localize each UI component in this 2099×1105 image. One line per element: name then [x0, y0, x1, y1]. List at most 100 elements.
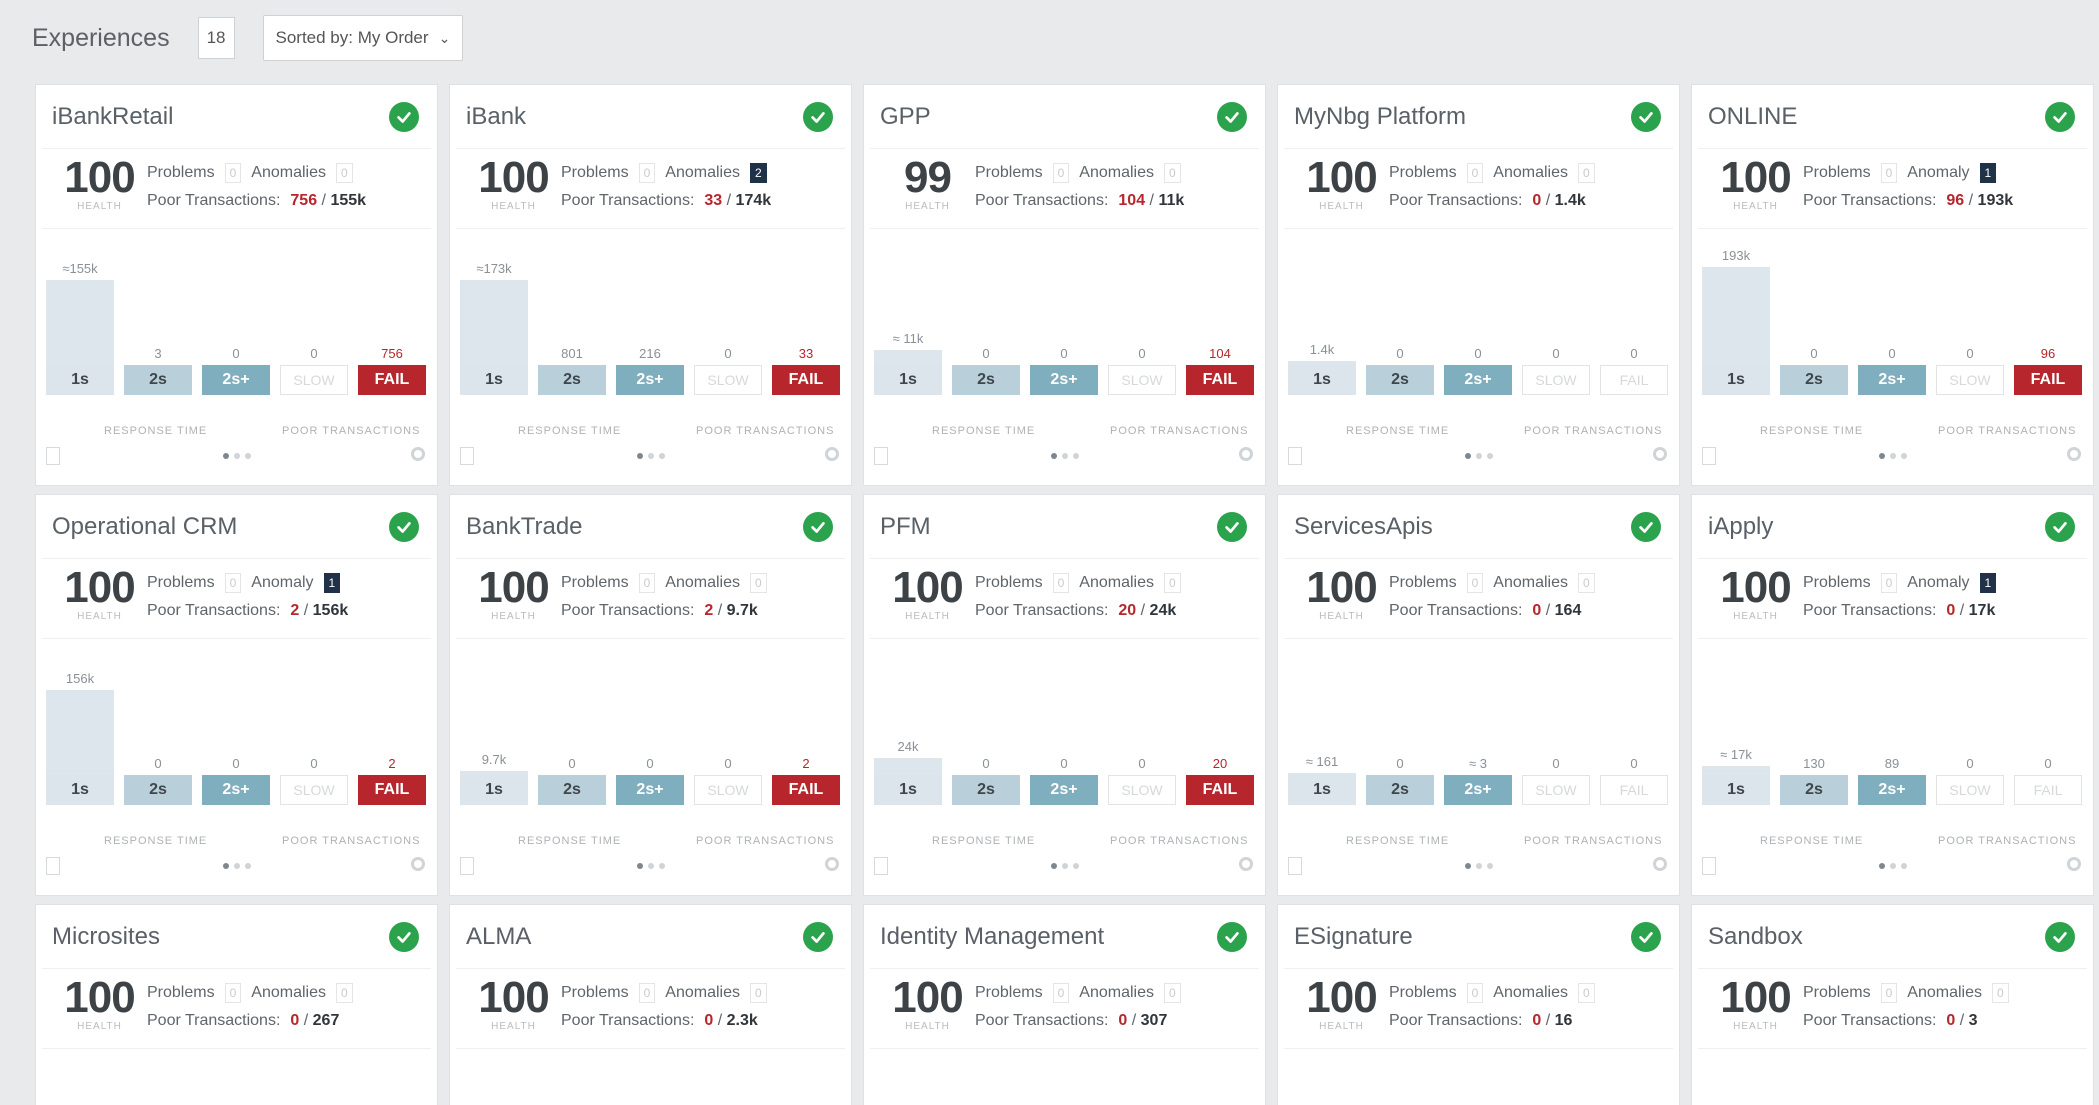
pager-dot[interactable] — [1900, 863, 1907, 869]
pager-dot[interactable] — [636, 863, 643, 869]
experience-name[interactable]: iBankRetail — [52, 103, 173, 131]
document-icon[interactable] — [46, 447, 60, 465]
bar-2s[interactable]: 130 2s — [1780, 645, 1848, 805]
pager-dot[interactable] — [636, 453, 643, 459]
experience-card[interactable]: iBankRetail 100 HEALTH Problems 0 Anomal… — [35, 84, 438, 486]
anomalies-label[interactable]: Anomaly — [1907, 164, 1969, 182]
bar-2s[interactable]: 0 2s — [952, 645, 1020, 805]
document-icon[interactable] — [1702, 447, 1716, 465]
experience-card[interactable]: PFM 100 HEALTH Problems 0 Anomalies 0 Po… — [863, 494, 1266, 896]
poor-transactions[interactable]: Poor Transactions: 2 / 9.7k — [561, 597, 767, 625]
bar-2s[interactable]: 0 2s — [1366, 645, 1434, 805]
anomalies-label[interactable]: Anomalies — [1493, 164, 1568, 182]
anomalies-label[interactable]: Anomalies — [665, 984, 740, 1002]
pager-dots[interactable] — [1050, 453, 1079, 459]
anomalies-label[interactable]: Anomaly — [1907, 574, 1969, 592]
poor-transactions[interactable]: Poor Transactions: 96 / 193k — [1803, 187, 2013, 215]
bar-fail[interactable]: 104 FAIL — [1186, 235, 1254, 395]
poor-transactions[interactable]: Poor Transactions: 0 / 267 — [147, 1007, 353, 1035]
anomalies-label[interactable]: Anomalies — [1907, 984, 1982, 1002]
bar-slow[interactable]: 0 SLOW — [1108, 645, 1176, 805]
bar-2s[interactable]: 0 2s — [1366, 235, 1434, 395]
anomalies-label[interactable]: Anomalies — [1079, 164, 1154, 182]
bar-2splus[interactable]: 0 2s+ — [1030, 235, 1098, 395]
experience-card[interactable]: ServicesApis 100 HEALTH Problems 0 Anoma… — [1277, 494, 1680, 896]
bar-1s[interactable]: ≈173k 1s — [460, 235, 528, 395]
experience-card[interactable]: iApply 100 HEALTH Problems 0 Anomaly 1 P… — [1691, 494, 2094, 896]
bar-slow[interactable]: 0 SLOW — [280, 235, 348, 395]
bar-fail[interactable]: 756 FAIL — [358, 235, 426, 395]
pager-dots[interactable] — [1878, 863, 1907, 869]
bar-fail[interactable]: 33 FAIL — [772, 235, 840, 395]
bar-slow[interactable]: 0 SLOW — [1936, 235, 2004, 395]
experience-name[interactable]: ALMA — [466, 923, 531, 951]
poor-transactions[interactable]: Poor Transactions: 0 / 307 — [975, 1007, 1181, 1035]
experience-name[interactable]: BankTrade — [466, 513, 583, 541]
experience-name[interactable]: Operational CRM — [52, 513, 237, 541]
experience-name[interactable]: GPP — [880, 103, 931, 131]
bar-2splus[interactable]: 0 2s+ — [616, 645, 684, 805]
poor-transactions[interactable]: Poor Transactions: 0 / 17k — [1803, 597, 1996, 625]
document-icon[interactable] — [1702, 857, 1716, 875]
pager-dot[interactable] — [1061, 863, 1068, 869]
gear-icon[interactable] — [411, 857, 425, 871]
pager-dot[interactable] — [1878, 453, 1885, 459]
anomalies-label[interactable]: Anomaly — [251, 574, 313, 592]
bar-1s[interactable]: ≈155k 1s — [46, 235, 114, 395]
problems-label[interactable]: Problems — [1803, 984, 1871, 1002]
bar-slow[interactable]: 0 SLOW — [1936, 645, 2004, 805]
pager-dot[interactable] — [222, 453, 229, 459]
bar-2splus[interactable]: 0 2s+ — [1030, 645, 1098, 805]
bar-2s[interactable]: 0 2s — [124, 645, 192, 805]
pager-dots[interactable] — [1464, 863, 1493, 869]
pager-dots[interactable] — [222, 453, 251, 459]
experience-name[interactable]: MyNbg Platform — [1294, 103, 1466, 131]
bar-2splus[interactable]: ≈ 3 2s+ — [1444, 645, 1512, 805]
document-icon[interactable] — [874, 857, 888, 875]
bar-fail[interactable]: 0 FAIL — [2014, 645, 2082, 805]
pager-dot[interactable] — [1889, 453, 1896, 459]
bar-slow[interactable]: 0 SLOW — [694, 235, 762, 395]
poor-transactions[interactable]: Poor Transactions: 2 / 156k — [147, 597, 348, 625]
pager-dot[interactable] — [647, 863, 654, 869]
anomalies-label[interactable]: Anomalies — [665, 164, 740, 182]
bar-slow[interactable]: 0 SLOW — [1108, 235, 1176, 395]
bar-slow[interactable]: 0 SLOW — [694, 645, 762, 805]
bar-1s[interactable]: ≈ 17k 1s — [1702, 645, 1770, 805]
pager-dot[interactable] — [1486, 863, 1493, 869]
gear-icon[interactable] — [825, 857, 839, 871]
problems-label[interactable]: Problems — [975, 164, 1043, 182]
experience-name[interactable]: PFM — [880, 513, 931, 541]
bar-2splus[interactable]: 0 2s+ — [202, 235, 270, 395]
bar-1s[interactable]: ≈ 161 1s — [1288, 645, 1356, 805]
document-icon[interactable] — [1288, 857, 1302, 875]
pager-dot[interactable] — [647, 453, 654, 459]
bar-2splus[interactable]: 0 2s+ — [1858, 235, 1926, 395]
poor-transactions[interactable]: Poor Transactions: 20 / 24k — [975, 597, 1181, 625]
bar-2splus[interactable]: 216 2s+ — [616, 235, 684, 395]
pager-dot[interactable] — [1475, 863, 1482, 869]
poor-transactions[interactable]: Poor Transactions: 0 / 3 — [1803, 1007, 2009, 1035]
experience-card[interactable]: ALMA 100 HEALTH Problems 0 Anomalies 0 P… — [449, 904, 852, 1105]
document-icon[interactable] — [1288, 447, 1302, 465]
experience-card[interactable]: ONLINE 100 HEALTH Problems 0 Anomaly 1 P… — [1691, 84, 2094, 486]
bar-1s[interactable]: 156k 1s — [46, 645, 114, 805]
anomalies-label[interactable]: Anomalies — [1493, 984, 1568, 1002]
problems-label[interactable]: Problems — [147, 984, 215, 1002]
pager-dot[interactable] — [658, 453, 665, 459]
bar-1s[interactable]: ≈ 11k 1s — [874, 235, 942, 395]
bar-fail[interactable]: 2 FAIL — [358, 645, 426, 805]
experience-name[interactable]: Identity Management — [880, 923, 1104, 951]
bar-fail[interactable]: 2 FAIL — [772, 645, 840, 805]
experience-card[interactable]: Microsites 100 HEALTH Problems 0 Anomali… — [35, 904, 438, 1105]
pager-dot[interactable] — [1464, 453, 1471, 459]
gear-icon[interactable] — [1239, 857, 1253, 871]
pager-dot[interactable] — [244, 453, 251, 459]
bar-fail[interactable]: 0 FAIL — [1600, 235, 1668, 395]
experience-card[interactable]: GPP 99 HEALTH Problems 0 Anomalies 0 Poo… — [863, 84, 1266, 486]
anomalies-label[interactable]: Anomalies — [1493, 574, 1568, 592]
bar-slow[interactable]: 0 SLOW — [1522, 645, 1590, 805]
bar-2s[interactable]: 3 2s — [124, 235, 192, 395]
bar-2s[interactable]: 0 2s — [538, 645, 606, 805]
experience-card[interactable]: Identity Management 100 HEALTH Problems … — [863, 904, 1266, 1105]
